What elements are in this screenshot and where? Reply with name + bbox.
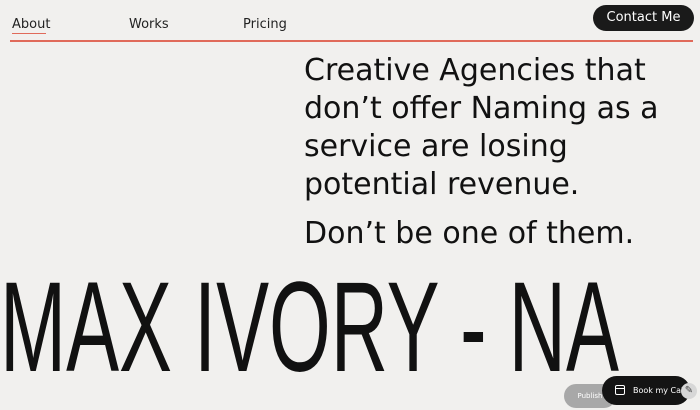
hero-headline: Creative Agencies that don’t offer Namin… (304, 52, 698, 204)
active-nav-underline (12, 33, 46, 34)
calendar-icon (615, 385, 625, 395)
nav-link-works[interactable]: Works (129, 17, 169, 32)
headline-line: don’t offer Naming as a (304, 91, 659, 126)
contact-me-button[interactable]: Contact Me (593, 5, 694, 31)
nav-link-about[interactable]: About (12, 17, 50, 32)
headline-line: potential revenue. (304, 167, 580, 202)
marquee-text: MAX IVORY - NA (0, 268, 619, 388)
nav-link-pricing[interactable]: Pricing (243, 17, 287, 32)
headline-line: service are losing (304, 129, 568, 164)
book-my-cal-label: Book my Cal (633, 386, 684, 395)
book-my-cal-button[interactable]: Book my Cal (602, 376, 690, 405)
nav-divider (10, 40, 693, 42)
top-nav: About Works Pricing Contact Me (0, 0, 700, 42)
pencil-icon[interactable]: ✎ (681, 383, 697, 399)
brand-marquee: MAX IVORY - NA (0, 268, 700, 388)
hero-subline: Don’t be one of them. (304, 216, 635, 251)
headline-line: Creative Agencies that (304, 53, 646, 88)
